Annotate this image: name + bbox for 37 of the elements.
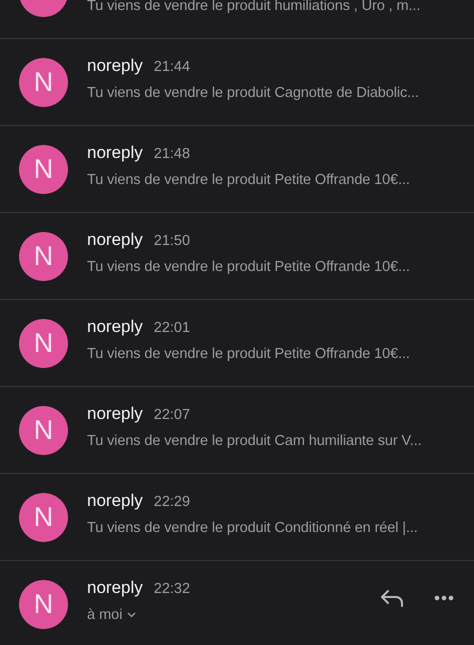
avatar: N <box>19 232 68 281</box>
sender-name: noreply <box>87 317 143 337</box>
sender-name: noreply <box>87 491 143 511</box>
message-time: 21:48 <box>154 146 190 162</box>
message-row[interactable]: N noreply 21:48 Tu viens de vendre le produit Petite Offrande 10€... <box>0 126 474 213</box>
avatar: N <box>19 406 68 455</box>
avatar: N <box>19 493 68 542</box>
message-preview: Tu viens de vendre le produit Petite Offrande 10€... <box>87 172 411 188</box>
message-preview: Tu viens de vendre le produit Petite Offrande 10€... <box>87 259 411 275</box>
reply-button[interactable] <box>380 589 404 607</box>
chevron-down-icon[interactable] <box>127 612 136 618</box>
message-preview: Tu viens de vendre le produit Cagnotte de Diabolic... <box>87 85 420 101</box>
message-time: 22:29 <box>154 494 190 510</box>
avatar: N <box>19 58 68 107</box>
message-row[interactable]: N noreply 22:29 Tu viens de vendre le produit Conditionné en réel |... <box>0 474 474 561</box>
recipient-label: à moi <box>87 607 122 623</box>
sender-name: noreply <box>87 143 143 163</box>
avatar: N <box>19 145 68 194</box>
message-row[interactable]: N noreply 22:07 Tu viens de vendre le produit Cam humiliante sur V... <box>0 387 474 474</box>
message-time: 22:32 <box>154 581 190 597</box>
avatar: N <box>19 319 68 368</box>
message-preview: Tu viens de vendre le produit Conditionné en réel |... <box>87 520 419 536</box>
sender-name: noreply <box>87 56 143 76</box>
message-time: 21:50 <box>154 233 190 249</box>
message-row[interactable]: N noreply 21:50 Tu viens de vendre le produit Petite Offrande 10€... <box>0 213 474 300</box>
sender-name: noreply <box>87 230 143 250</box>
message-preview: Tu viens de vendre le produit Petite Offrande 10€... <box>87 346 411 362</box>
message-time: 22:01 <box>154 320 190 336</box>
sender-name: noreply <box>87 404 143 424</box>
message-row[interactable]: N noreply 22:01 Tu viens de vendre le produit Petite Offrande 10€... <box>0 300 474 387</box>
more-button[interactable] <box>434 595 454 601</box>
message-preview: Tu viens de vendre le produit Cam humiliante sur V... <box>87 433 423 449</box>
avatar: N <box>19 580 68 629</box>
message-row[interactable]: N noreply 21:44 Tu viens de vendre le produit Cagnotte de Diabolic... <box>0 39 474 126</box>
message-time: 22:07 <box>154 407 190 423</box>
sender-name: noreply <box>87 578 143 598</box>
message-time: 21:44 <box>154 59 190 75</box>
